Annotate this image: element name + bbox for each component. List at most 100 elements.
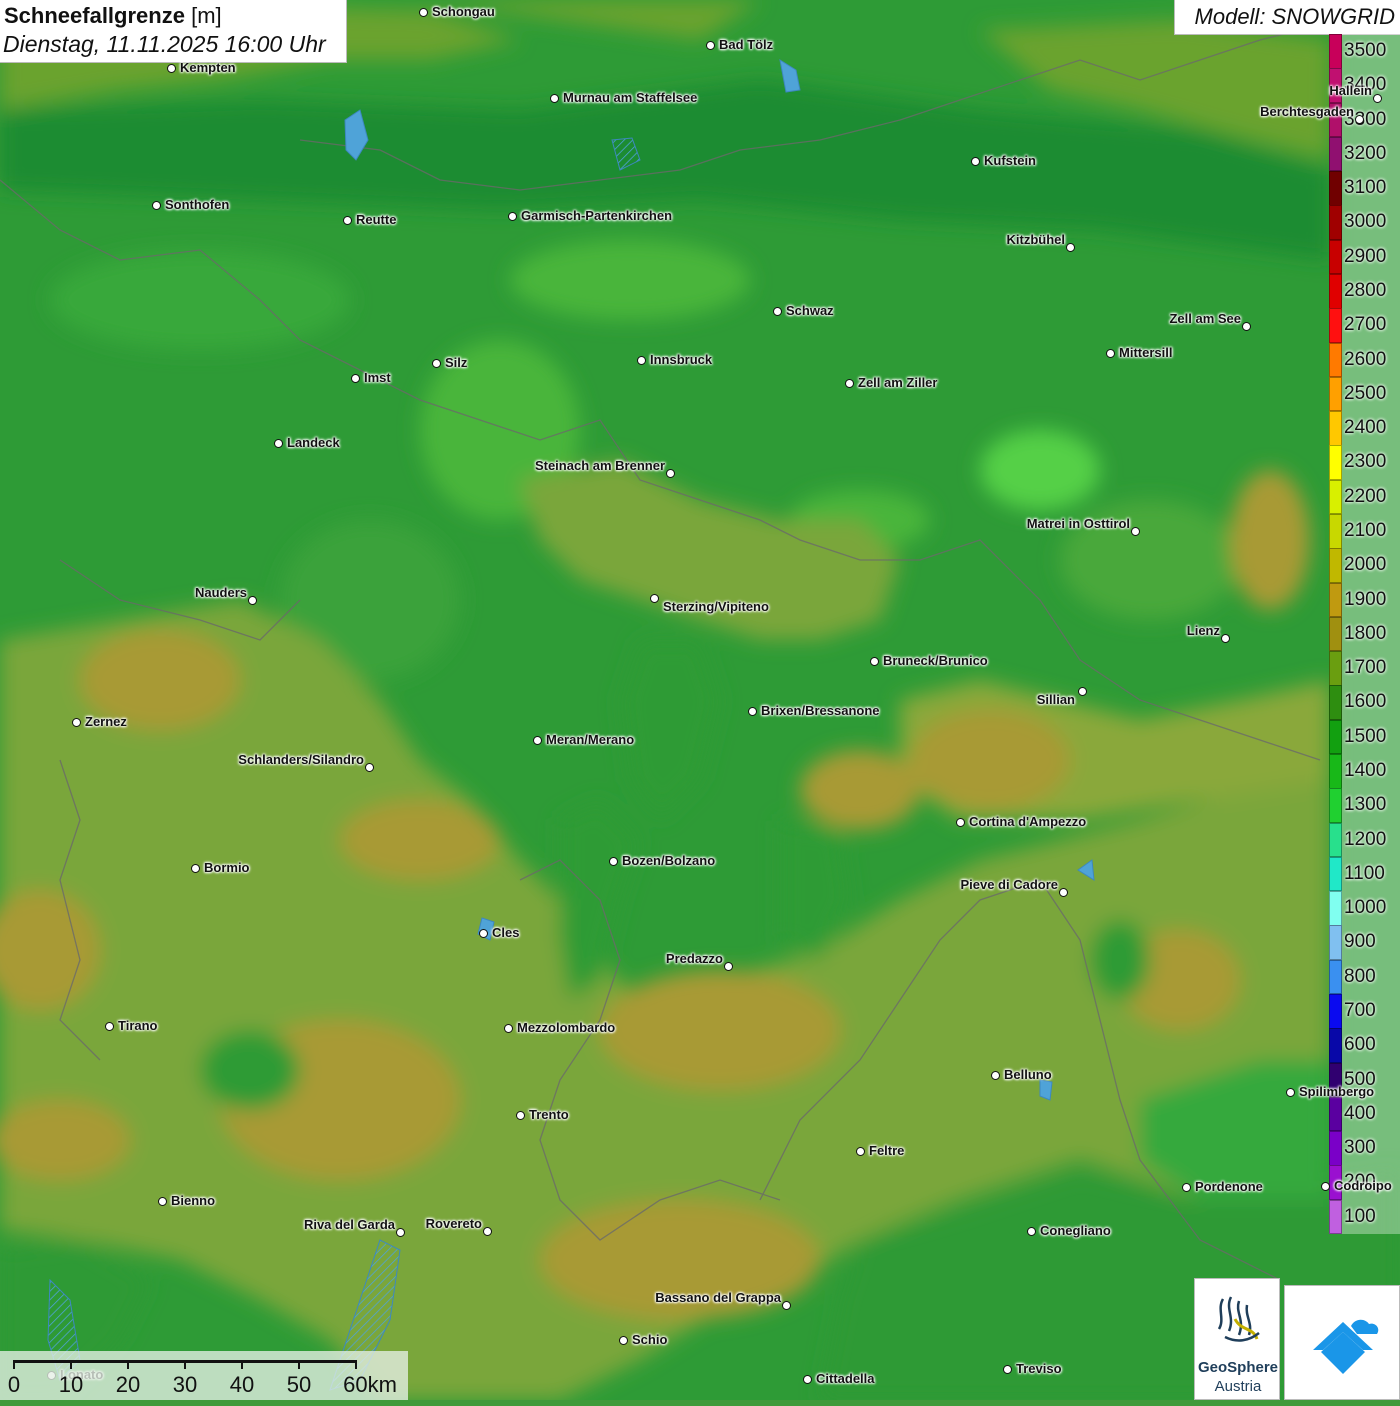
city-marker <box>1106 349 1115 358</box>
city-label: Tirano <box>118 1018 158 1033</box>
city-label: Bassano del Grappa <box>655 1290 781 1305</box>
legend-swatch <box>1329 1028 1342 1063</box>
legend-label: 1200 <box>1344 828 1387 850</box>
scale-bar: 0 10 20 30 40 50 60km <box>0 1351 408 1400</box>
city-marker <box>1321 1182 1330 1191</box>
legend-label: 2800 <box>1344 280 1387 301</box>
city-marker <box>782 1301 791 1310</box>
city-marker <box>956 818 965 827</box>
legend-swatch <box>1329 925 1342 961</box>
city-marker <box>870 657 879 666</box>
city-label: Nauders <box>194 585 247 600</box>
city-marker <box>1059 888 1068 897</box>
legend-label: 1700 <box>1344 657 1387 679</box>
legend-swatch <box>1329 582 1342 618</box>
city-marker <box>533 736 542 745</box>
city-label: Bruneck/Brunico <box>883 653 988 668</box>
legend-swatch <box>1329 994 1342 1029</box>
legend-label: 3200 <box>1344 142 1387 164</box>
legend-swatch <box>1329 822 1342 858</box>
city-label: Cles <box>492 925 520 940</box>
legend-swatch <box>1329 274 1342 309</box>
legend-label: 1600 <box>1344 691 1387 713</box>
legend-label: 2300 <box>1344 451 1387 473</box>
city-marker <box>152 201 161 210</box>
city-label: Silz <box>445 355 468 370</box>
map-title: Schneefallgrenze [m] <box>4 3 222 28</box>
city-label: Schwaz <box>786 303 834 318</box>
city-marker <box>483 1227 492 1236</box>
legend-swatch <box>1329 34 1342 69</box>
geosphere-logo[interactable]: GeoSphere Austria <box>1194 1278 1280 1400</box>
legend-swatch <box>1329 171 1342 206</box>
legend-label: 600 <box>1344 1034 1376 1056</box>
city-label: Sillian <box>1036 692 1075 707</box>
mountain-cloud-icon <box>1313 1319 1379 1374</box>
city-label: Cittadella <box>816 1371 875 1386</box>
city-label: Rovereto <box>425 1216 482 1231</box>
legend-label: 800 <box>1344 965 1376 987</box>
city-label: Conegliano <box>1040 1223 1111 1238</box>
app-logo[interactable] <box>1284 1285 1400 1400</box>
city-marker <box>343 216 352 225</box>
city-marker <box>248 596 257 605</box>
city-label: Hallein <box>1329 83 1372 98</box>
city-marker <box>1242 322 1251 331</box>
city-marker <box>1027 1227 1036 1236</box>
legend-swatch <box>1329 445 1342 481</box>
city-marker <box>432 359 441 368</box>
city-marker <box>1286 1088 1295 1097</box>
city-label: Bormio <box>204 860 250 875</box>
legend-swatch <box>1329 342 1342 378</box>
legend-label: 1500 <box>1344 725 1387 747</box>
city-label: Trento <box>529 1107 569 1122</box>
legend-label: 2500 <box>1344 382 1387 404</box>
legend-swatch <box>1329 616 1342 652</box>
city-marker <box>1078 687 1087 696</box>
city-marker <box>479 929 488 938</box>
city-label: Feltre <box>869 1143 905 1158</box>
city-marker <box>637 356 646 365</box>
city-label: Belluno <box>1004 1067 1052 1082</box>
scale-label: 10 <box>58 1372 84 1397</box>
city-marker <box>1003 1365 1012 1374</box>
city-label: Lienz <box>1186 623 1220 638</box>
legend-swatch <box>1329 685 1342 721</box>
legend-label: 2100 <box>1344 520 1387 541</box>
city-marker <box>504 1024 513 1033</box>
legend-label: 300 <box>1344 1137 1376 1159</box>
city-label: Sonthofen <box>165 197 230 212</box>
legend-swatch <box>1329 788 1342 823</box>
city-label: Zell am See <box>1169 311 1241 326</box>
map-datetime: Dienstag, 11.11.2025 16:00 Uhr <box>3 31 326 57</box>
scale-label: 40 <box>229 1372 255 1397</box>
city-marker <box>803 1375 812 1384</box>
legend-label: 1000 <box>1344 897 1387 919</box>
legend-label: 1100 <box>1344 862 1385 884</box>
legend-swatch <box>1329 376 1342 412</box>
city-marker <box>191 864 200 873</box>
legend-swatch <box>1329 239 1342 275</box>
legend-label: 2900 <box>1344 245 1387 267</box>
scale-label: 0 <box>7 1372 21 1397</box>
city-label: Mittersill <box>1119 345 1173 360</box>
city-marker <box>706 41 715 50</box>
legend-label: 3500 <box>1344 40 1387 61</box>
city-label: Meran/Merano <box>546 732 635 747</box>
legend-label: 2600 <box>1344 348 1387 370</box>
legend-label: 2400 <box>1344 417 1387 439</box>
legend-swatch <box>1329 891 1342 926</box>
scale-tick <box>184 1360 186 1369</box>
city-label: Kempten <box>180 60 236 75</box>
legend-label: 3000 <box>1344 211 1387 233</box>
scale-tick <box>355 1360 357 1369</box>
legend-label: 400 <box>1344 1102 1376 1124</box>
city-label: Treviso <box>1016 1361 1062 1376</box>
city-label: Riva del Garda <box>303 1217 395 1232</box>
map-title-unit: [m] <box>191 3 222 28</box>
city-label: Schlanders/Silandro <box>238 752 364 767</box>
city-marker <box>1131 527 1140 536</box>
legend-swatch <box>1329 479 1342 515</box>
city-label: Reutte <box>356 212 397 227</box>
city-marker <box>619 1336 628 1345</box>
